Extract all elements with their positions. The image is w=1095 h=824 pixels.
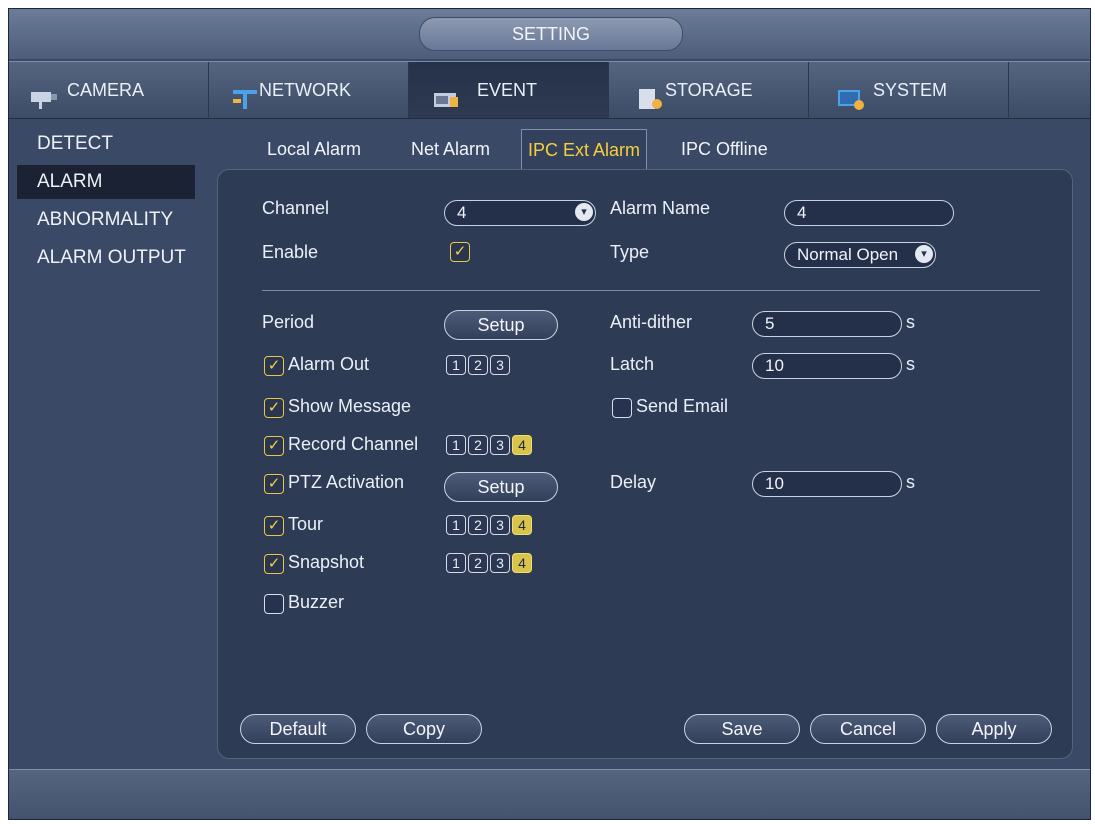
show-message-label: Show Message: [288, 396, 412, 416]
ptz-activation-checkbox[interactable]: ✓: [264, 474, 284, 494]
tour-3[interactable]: 3: [490, 515, 510, 535]
tour-4[interactable]: 4: [512, 515, 532, 535]
ptz-setup-button[interactable]: Setup: [444, 472, 558, 502]
buzzer-checkbox[interactable]: [264, 594, 284, 614]
default-button[interactable]: Default: [240, 714, 356, 744]
alarm-out-number-group: 123: [446, 355, 512, 377]
period-setup-button[interactable]: Setup: [444, 310, 558, 340]
snapshot-label: Snapshot: [288, 552, 365, 572]
enable-checkbox[interactable]: ✓: [450, 242, 470, 262]
record-channel-1[interactable]: 1: [446, 435, 466, 455]
window-title: SETTING: [419, 17, 683, 51]
tab-network[interactable]: NETWORK: [209, 62, 409, 118]
tab-local-alarm[interactable]: Local Alarm: [267, 129, 361, 169]
alarm-name-input[interactable]: 4: [784, 200, 954, 226]
latch-unit: s: [906, 354, 915, 374]
anti-dither-input[interactable]: 5: [752, 311, 902, 337]
sidebar-item-abnormality[interactable]: ABNORMALITY: [17, 203, 195, 237]
tab-network-label: NETWORK: [259, 80, 351, 100]
storage-icon: [635, 78, 667, 109]
ptz-activation-label: PTZ Activation: [288, 472, 405, 492]
sidebar-item-alarm-output[interactable]: ALARM OUTPUT: [17, 241, 195, 275]
send-email-checkbox[interactable]: [612, 398, 632, 418]
cancel-button[interactable]: Cancel: [810, 714, 926, 744]
chevron-down-icon: ▾: [575, 203, 593, 221]
delay-input[interactable]: 10: [752, 471, 902, 497]
title-bar: SETTING: [9, 9, 1090, 59]
delay-unit: s: [906, 472, 915, 492]
send-email-label: Send Email: [636, 396, 729, 416]
record-channel-4[interactable]: 4: [512, 435, 532, 455]
main-tab-bar: CAMERA NETWORK EVENT STORAGE SYSTEM: [9, 61, 1090, 119]
record-channel-number-group: 1234: [446, 435, 534, 457]
snapshot-2[interactable]: 2: [468, 553, 488, 573]
channel-select[interactable]: 4 ▾: [444, 200, 596, 226]
enable-label: Enable: [262, 242, 319, 262]
snapshot-4[interactable]: 4: [512, 553, 532, 573]
sub-tab-bar: Local Alarm Net Alarm IPC Ext Alarm IPC …: [249, 129, 1049, 173]
separator: [262, 290, 1040, 291]
event-icon: [431, 78, 463, 107]
network-icon: [229, 78, 261, 109]
delay-label: Delay: [610, 472, 657, 492]
sidebar-item-alarm[interactable]: ALARM: [17, 165, 195, 199]
camera-icon: [29, 78, 61, 109]
record-channel-label: Record Channel: [288, 434, 419, 454]
snapshot-number-group: 1234: [446, 553, 534, 575]
tab-storage-label: STORAGE: [665, 80, 753, 100]
tab-event-label: EVENT: [477, 80, 538, 100]
record-channel-2[interactable]: 2: [468, 435, 488, 455]
tab-system-label: SYSTEM: [873, 80, 948, 100]
anti-dither-unit: s: [906, 312, 915, 332]
system-icon: [835, 78, 867, 110]
alarm-settings-panel: Channel 4 ▾ Alarm Name 4 Enable ✓ Type N…: [217, 169, 1073, 759]
copy-button[interactable]: Copy: [366, 714, 482, 744]
snapshot-1[interactable]: 1: [446, 553, 466, 573]
record-channel-3[interactable]: 3: [490, 435, 510, 455]
sidebar-item-detect[interactable]: DETECT: [17, 127, 195, 161]
alarm-name-label: Alarm Name: [610, 198, 711, 218]
type-value: Normal Open: [797, 245, 899, 264]
snapshot-checkbox[interactable]: ✓: [264, 554, 284, 574]
tour-label: Tour: [288, 514, 324, 534]
tour-2[interactable]: 2: [468, 515, 488, 535]
apply-button[interactable]: Apply: [936, 714, 1052, 744]
alarm-out-3[interactable]: 3: [490, 355, 510, 375]
snapshot-3[interactable]: 3: [490, 553, 510, 573]
save-button[interactable]: Save: [684, 714, 800, 744]
tab-camera[interactable]: CAMERA: [9, 62, 209, 118]
show-message-checkbox[interactable]: ✓: [264, 398, 284, 418]
settings-window: SETTING CAMERA NETWORK EVENT STORAGE SYS…: [8, 8, 1091, 820]
alarm-out-label: Alarm Out: [288, 354, 370, 374]
anti-dither-label: Anti-dither: [610, 312, 693, 332]
latch-label: Latch: [610, 354, 655, 374]
tab-ipc-offline[interactable]: IPC Offline: [681, 129, 768, 169]
period-label: Period: [262, 312, 315, 332]
tour-1[interactable]: 1: [446, 515, 466, 535]
tab-system[interactable]: SYSTEM: [809, 62, 1009, 118]
buzzer-label: Buzzer: [288, 592, 345, 612]
latch-input[interactable]: 10: [752, 353, 902, 379]
tour-number-group: 1234: [446, 515, 534, 537]
tour-checkbox[interactable]: ✓: [264, 516, 284, 536]
chevron-down-icon: ▾: [915, 245, 933, 263]
type-label: Type: [610, 242, 650, 262]
record-channel-checkbox[interactable]: ✓: [264, 436, 284, 456]
sidebar: DETECT ALARM ABNORMALITY ALARM OUTPUT: [9, 119, 199, 719]
tab-ipc-ext-alarm[interactable]: IPC Ext Alarm: [521, 129, 648, 170]
channel-value: 4: [457, 203, 467, 222]
channel-label: Channel: [262, 198, 330, 218]
alarm-out-2[interactable]: 2: [468, 355, 488, 375]
alarm-out-checkbox[interactable]: ✓: [264, 356, 284, 376]
type-select[interactable]: Normal Open ▾: [784, 242, 936, 268]
alarm-out-1[interactable]: 1: [446, 355, 466, 375]
tab-storage[interactable]: STORAGE: [609, 62, 809, 118]
tab-event[interactable]: EVENT: [409, 62, 609, 118]
status-bar: [9, 769, 1090, 819]
tab-net-alarm[interactable]: Net Alarm: [411, 129, 490, 169]
tab-camera-label: CAMERA: [67, 80, 145, 100]
